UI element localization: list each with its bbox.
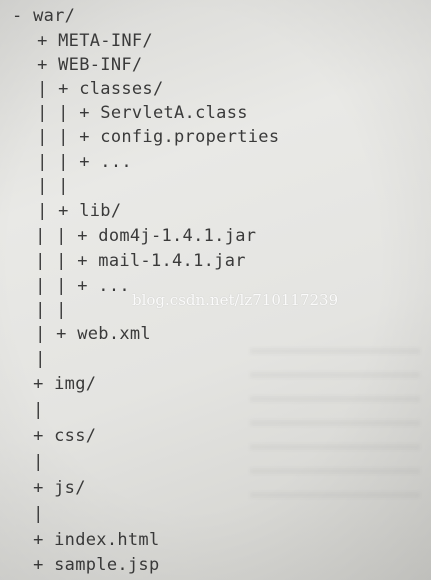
tree-line-spacer-2: | | <box>14 300 67 320</box>
tree-line-spacer-5: | <box>12 452 44 472</box>
tree-line-index-html: + index.html <box>12 530 160 550</box>
tree-line-spacer-4: | <box>12 400 44 420</box>
tree-line-war: - war/ <box>12 6 76 26</box>
tree-line-img: + img/ <box>12 374 97 394</box>
tree-line-web-xml: | + web.xml <box>14 324 151 344</box>
tree-line-dom4j: | | + dom4j-1.4.1.jar <box>14 226 257 246</box>
tree-line-meta-inf: + META-INF/ <box>16 31 153 51</box>
tree-line-sample-jsp: + sample.jsp <box>12 555 160 575</box>
tree-line-web-inf: + WEB-INF/ <box>16 55 143 75</box>
tree-line-js: + js/ <box>12 478 86 498</box>
watermark: blog.csdn.net/lz710117239 <box>132 291 339 309</box>
tree-line-config: | | + config.properties <box>16 127 280 147</box>
tree-line-mail: | | + mail-1.4.1.jar <box>14 251 246 271</box>
tree-line-spacer-1: | | <box>16 176 69 196</box>
tree-line-spacer-6: | <box>12 504 44 524</box>
tree-line-classes: | + classes/ <box>16 79 164 99</box>
tree-line-spacer-3: | <box>14 349 46 369</box>
tree-line-lib: | + lib/ <box>16 201 122 221</box>
tree-line-ellipsis-1: | | + ... <box>16 152 132 172</box>
tree-line-css: + css/ <box>12 426 97 446</box>
tree-line-ellipsis-2: | | + ... <box>14 276 130 296</box>
bleed-through-text <box>250 330 420 510</box>
tree-line-servleta: | | + ServletA.class <box>16 103 248 123</box>
